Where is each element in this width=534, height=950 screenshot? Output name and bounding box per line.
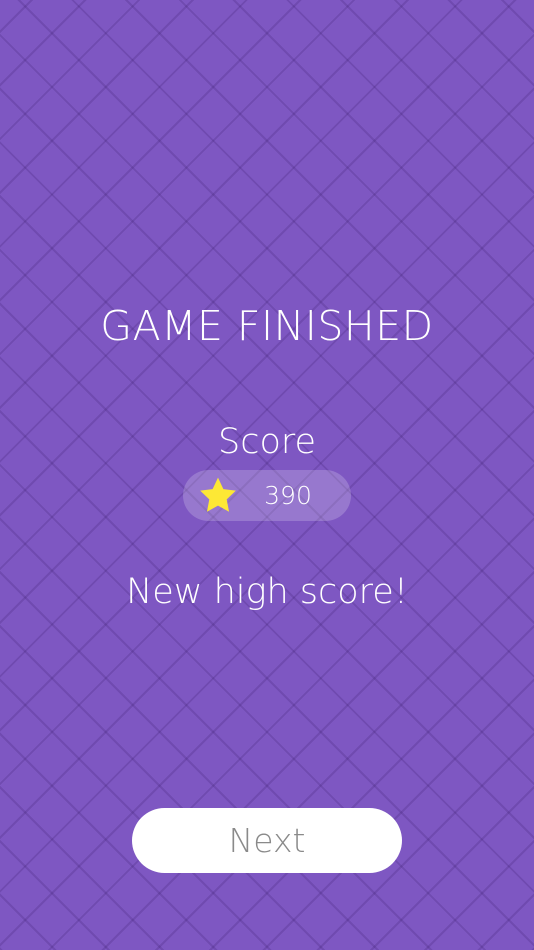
score-label: Score	[217, 422, 317, 462]
high-score-message: New high score!	[126, 572, 408, 612]
next-button[interactable]: Next	[132, 808, 402, 873]
score-value: 390	[264, 481, 312, 510]
game-finished-screen: GAME FINISHED Score 390 New high score! …	[0, 0, 534, 950]
score-pill: 390	[183, 470, 351, 521]
star-icon	[200, 477, 236, 512]
page-title: GAME FINISHED	[100, 302, 434, 350]
